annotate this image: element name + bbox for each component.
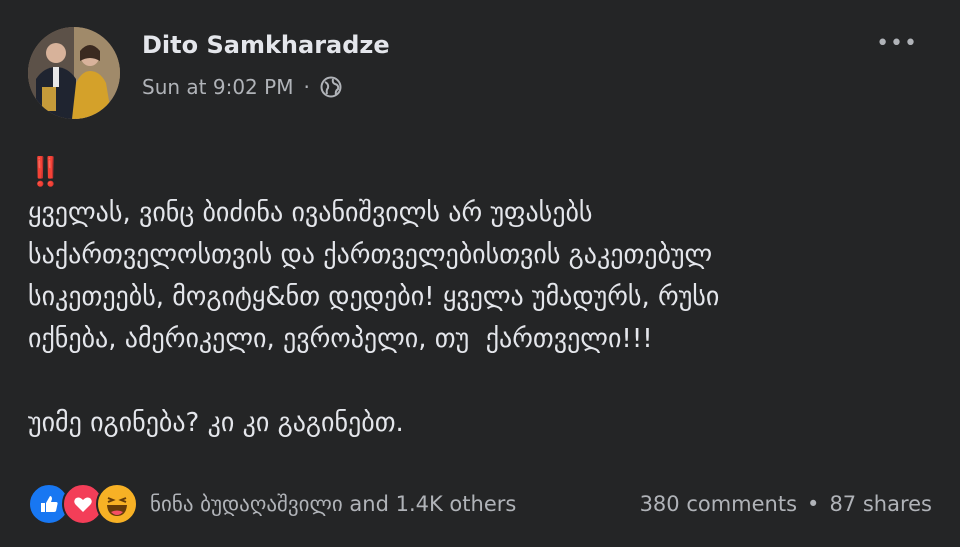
post-meta: Sun at 9:02 PM · xyxy=(142,75,342,99)
post-header: Dito Samkharadze Sun at 9:02 PM · ••• xyxy=(28,27,932,123)
more-options-button[interactable]: ••• xyxy=(876,31,918,56)
post-body: ‼️ ყველას, ვინც ბიძინა ივანიშვილს არ უფა… xyxy=(28,152,933,444)
meta-separator: · xyxy=(303,75,310,99)
shares-count[interactable]: 87 shares xyxy=(829,492,932,516)
avatar-photo xyxy=(28,27,120,119)
double-exclamation-emoji: ‼️ xyxy=(28,155,63,188)
author-name[interactable]: Dito Samkharadze xyxy=(142,31,390,59)
post-text: ყველას, ვინც ბიძინა ივანიშვილს არ უფასებ… xyxy=(28,198,720,438)
stats-separator: • xyxy=(807,492,820,516)
post-timestamp[interactable]: Sun at 9:02 PM xyxy=(142,75,293,99)
post-footer: ნინა ბუდაღაშვილი and 1.4K others 380 com… xyxy=(28,482,932,526)
comments-count[interactable]: 380 comments xyxy=(640,492,797,516)
globe-icon xyxy=(320,76,342,98)
reactors-summary[interactable]: ნინა ბუდაღაშვილი and 1.4K others xyxy=(150,492,516,516)
haha-icon xyxy=(96,483,138,525)
engagement-stats: 380 comments • 87 shares xyxy=(640,492,932,516)
reaction-icons[interactable] xyxy=(28,483,138,525)
avatar[interactable] xyxy=(28,27,120,119)
